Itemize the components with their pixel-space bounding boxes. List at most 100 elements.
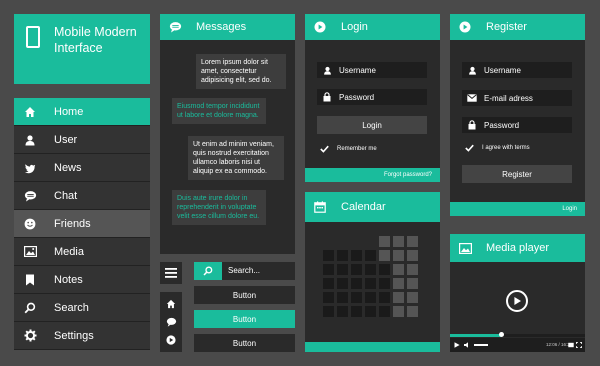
sidebar-item-label: Search — [54, 301, 89, 314]
search-input[interactable]: Search... — [228, 266, 260, 275]
sidebar-item-label: Media — [54, 245, 84, 258]
calendar-day-cell[interactable] — [351, 250, 362, 261]
sidebar-item-user[interactable]: User — [14, 126, 150, 154]
button-dark-2[interactable]: Button — [194, 334, 295, 352]
media-header: Media player — [450, 234, 585, 262]
calendar-day-cell[interactable] — [393, 292, 404, 303]
calendar-day-cell[interactable] — [407, 292, 418, 303]
calendar-day-cell[interactable] — [323, 264, 334, 275]
chat-icon[interactable] — [160, 313, 182, 331]
calendar-day-cell[interactable] — [365, 264, 376, 275]
sidebar-item-label: Friends — [54, 217, 91, 230]
search-icon — [14, 302, 46, 314]
calendar-footer — [305, 342, 440, 352]
calendar-icon — [305, 201, 335, 213]
register-button[interactable]: Register — [462, 165, 572, 183]
captions-icon[interactable] — [568, 342, 574, 348]
sidebar-item-label: Chat — [54, 189, 78, 202]
register-username-field[interactable]: Username — [462, 62, 572, 78]
progress-fill — [450, 334, 502, 337]
calendar-day-cell[interactable] — [379, 306, 390, 317]
register-password-label: Password — [484, 120, 520, 130]
search-bar[interactable]: Search... — [194, 262, 295, 280]
register-panel: Register Username E-mail adress Password… — [450, 14, 585, 216]
forgot-password-link[interactable]: Forgot password? — [305, 168, 440, 182]
sidebar-item-news[interactable]: News — [14, 154, 150, 182]
calendar-day-cell[interactable] — [323, 278, 334, 289]
calendar-day-cell[interactable] — [365, 306, 376, 317]
terms-checkbox[interactable]: I agree with terms — [462, 144, 530, 152]
chat-icon — [14, 190, 46, 202]
calendar-day-cell[interactable] — [351, 278, 362, 289]
calendar-day-cell[interactable] — [407, 250, 418, 261]
progress-bar[interactable] — [450, 332, 585, 337]
calendar-day-cell[interactable] — [323, 250, 334, 261]
calendar-day-cell[interactable] — [407, 236, 418, 247]
calendar-day-cell[interactable] — [351, 292, 362, 303]
password-field[interactable]: Password — [317, 89, 427, 105]
calendar-day-cell[interactable] — [351, 264, 362, 275]
message-bubble: Duis aute irure dolor in reprehenderit i… — [172, 190, 266, 225]
login-button[interactable]: Login — [317, 116, 427, 134]
calendar-day-cell[interactable] — [379, 264, 390, 275]
progress-handle[interactable] — [498, 332, 504, 337]
button-dark-1[interactable]: Button — [194, 286, 295, 304]
login-header: Login — [305, 14, 440, 40]
messages-panel: Messages Lorem ipsum dolor sit amet, con… — [160, 14, 295, 254]
volume-icon[interactable] — [464, 342, 471, 348]
register-username-label: Username — [484, 65, 521, 75]
sidebar-item-search[interactable]: Search — [14, 294, 150, 322]
lock-icon — [317, 92, 337, 102]
calendar-day-cell[interactable] — [407, 306, 418, 317]
sidebar-item-home[interactable]: Home — [14, 98, 150, 126]
calendar-day-cell[interactable] — [393, 236, 404, 247]
sidebar-item-friends[interactable]: Friends — [14, 210, 150, 238]
sidebar-item-label: Settings — [54, 329, 94, 342]
calendar-day-cell[interactable] — [407, 264, 418, 275]
calendar-day-cell[interactable] — [323, 292, 334, 303]
register-password-field[interactable]: Password — [462, 117, 572, 133]
calendar-day-cell[interactable] — [407, 278, 418, 289]
calendar-day-cell[interactable] — [351, 306, 362, 317]
sidebar-item-settings[interactable]: Settings — [14, 322, 150, 350]
calendar-day-cell[interactable] — [365, 278, 376, 289]
mail-icon — [462, 94, 482, 102]
button-teal[interactable]: Button — [194, 310, 295, 328]
calendar-day-cell[interactable] — [379, 250, 390, 261]
brand-tile: Mobile Modern Interface — [14, 14, 150, 84]
calendar-day-cell[interactable] — [337, 250, 348, 261]
sidebar-item-notes[interactable]: Notes — [14, 266, 150, 294]
calendar-day-cell[interactable] — [337, 264, 348, 275]
calendar-day-cell[interactable] — [379, 292, 390, 303]
home-icon[interactable] — [160, 295, 182, 313]
calendar-day-cell[interactable] — [379, 236, 390, 247]
media-title: Media player — [486, 242, 549, 254]
calendar-day-cell[interactable] — [393, 278, 404, 289]
login-link[interactable]: Login — [450, 202, 585, 216]
calendar-day-cell[interactable] — [337, 292, 348, 303]
calendar-day-cell[interactable] — [337, 278, 348, 289]
calendar-header: Calendar — [305, 192, 440, 222]
play-icon[interactable] — [160, 331, 182, 349]
sidebar-item-chat[interactable]: Chat — [14, 182, 150, 210]
play-icon[interactable] — [454, 342, 460, 348]
calendar-day-cell[interactable] — [365, 292, 376, 303]
search-icon[interactable] — [194, 262, 222, 280]
calendar-day-cell[interactable] — [323, 306, 334, 317]
play-button[interactable] — [506, 290, 528, 312]
calendar-day-cell[interactable] — [337, 306, 348, 317]
username-field[interactable]: Username — [317, 62, 427, 78]
messages-header: Messages — [160, 14, 295, 40]
remember-checkbox[interactable]: Remember me — [317, 145, 377, 153]
calendar-day-cell[interactable] — [393, 250, 404, 261]
calendar-day-cell[interactable] — [365, 250, 376, 261]
register-email-field[interactable]: E-mail adress — [462, 90, 572, 106]
hamburger-menu-button[interactable] — [160, 262, 182, 284]
fullscreen-icon[interactable] — [576, 342, 582, 348]
volume-slider[interactable] — [474, 344, 488, 346]
calendar-day-cell[interactable] — [393, 264, 404, 275]
calendar-day-cell[interactable] — [393, 306, 404, 317]
sidebar-item-media[interactable]: Media — [14, 238, 150, 266]
checkmark-icon — [462, 144, 476, 152]
calendar-day-cell[interactable] — [379, 278, 390, 289]
